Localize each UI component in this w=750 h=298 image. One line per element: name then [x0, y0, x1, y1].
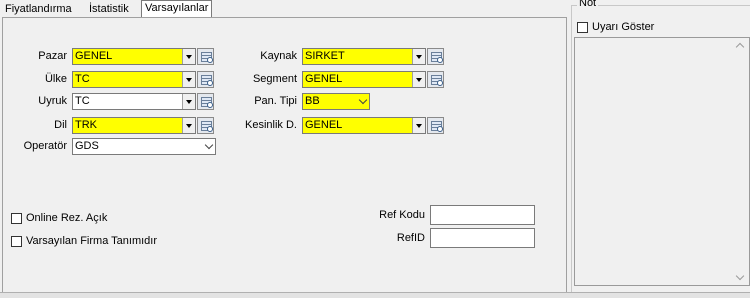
kaynak-lookup-button[interactable]	[427, 48, 444, 65]
uyruk-dropdown-button[interactable]	[182, 94, 195, 109]
chevron-down-icon	[186, 100, 192, 104]
dil-lookup-button[interactable]	[197, 117, 214, 134]
kesinlik-combo[interactable]: GENEL	[302, 117, 426, 134]
uyruk-combo[interactable]: TC	[72, 93, 196, 110]
chevron-down-icon	[204, 140, 214, 150]
pazar-dropdown-button[interactable]	[182, 49, 195, 64]
online-rez-label: Online Rez. Açık	[26, 212, 108, 224]
tab-varsayilanlar[interactable]: Varsayılanlar	[141, 0, 213, 17]
kesinlik-value: GENEL	[305, 119, 343, 131]
uyruk-value: TC	[75, 95, 90, 107]
ulke-combo[interactable]: TC	[72, 71, 196, 88]
ref-id-label: RefID	[396, 232, 425, 244]
dil-combo[interactable]: TRK	[72, 117, 196, 134]
pan-tipi-combo[interactable]: BB	[302, 93, 370, 110]
pazar-combo[interactable]: GENEL	[72, 48, 196, 65]
kaynak-value: SIRKET	[305, 50, 345, 62]
varsayilan-firma-checkbox[interactable]	[11, 236, 22, 247]
segment-dropdown-button[interactable]	[412, 72, 425, 87]
segment-label: Segment	[252, 73, 297, 85]
segment-value: GENEL	[305, 73, 343, 85]
chevron-down-icon	[416, 78, 422, 82]
tab-istatistik[interactable]: İstatistik	[86, 2, 132, 17]
pazar-value: GENEL	[75, 50, 113, 62]
ref-id-input[interactable]	[430, 228, 535, 248]
operator-label: Operatör	[23, 140, 67, 152]
uyruk-lookup-button[interactable]	[197, 93, 214, 110]
ulke-label: Ülke	[44, 73, 67, 85]
dil-value: TRK	[75, 119, 97, 131]
kaynak-label: Kaynak	[260, 50, 297, 62]
pazar-label: Pazar	[38, 50, 67, 62]
chevron-down-icon	[186, 78, 192, 82]
ref-kodu-input[interactable]	[430, 205, 535, 225]
note-group-title: Not	[577, 0, 599, 10]
online-rez-checkbox[interactable]	[11, 213, 22, 224]
varsayilan-firma-label: Varsayılan Firma Tanımıdır	[26, 235, 158, 247]
note-memo[interactable]	[574, 37, 750, 286]
uyruk-label: Uyruk	[38, 95, 67, 107]
kesinlik-label: Kesinlik D.	[245, 119, 297, 131]
scroll-down-icon[interactable]	[735, 271, 745, 281]
segment-lookup-button[interactable]	[427, 71, 444, 88]
kaynak-dropdown-button[interactable]	[412, 49, 425, 64]
pan-tipi-value: BB	[305, 95, 320, 107]
ulke-lookup-button[interactable]	[197, 71, 214, 88]
uyari-goster-label: Uyarı Göster	[592, 21, 655, 33]
tab-fiyatlandirma[interactable]: Fiyatlandırma	[2, 2, 75, 17]
kaynak-combo[interactable]: SIRKET	[302, 48, 426, 65]
chevron-down-icon	[186, 124, 192, 128]
ref-kodu-label: Ref Kodu	[379, 209, 425, 221]
chevron-down-icon	[358, 95, 368, 105]
chevron-down-icon	[416, 55, 422, 59]
dil-dropdown-button[interactable]	[182, 118, 195, 133]
uyari-goster-checkbox[interactable]	[577, 22, 588, 33]
operator-value: GDS	[75, 140, 99, 152]
bottom-divider	[0, 292, 750, 298]
chevron-down-icon	[186, 55, 192, 59]
pazar-lookup-button[interactable]	[197, 48, 214, 65]
kesinlik-dropdown-button[interactable]	[412, 118, 425, 133]
operator-combo[interactable]: GDS	[72, 138, 216, 155]
pan-tipi-label: Pan. Tipi	[254, 95, 297, 107]
ulke-dropdown-button[interactable]	[182, 72, 195, 87]
dil-label: Dil	[54, 119, 67, 131]
chevron-down-icon	[416, 124, 422, 128]
segment-combo[interactable]: GENEL	[302, 71, 426, 88]
note-scrollbar[interactable]	[733, 38, 749, 285]
kesinlik-lookup-button[interactable]	[427, 117, 444, 134]
scroll-up-icon[interactable]	[735, 42, 745, 52]
ulke-value: TC	[75, 73, 90, 85]
